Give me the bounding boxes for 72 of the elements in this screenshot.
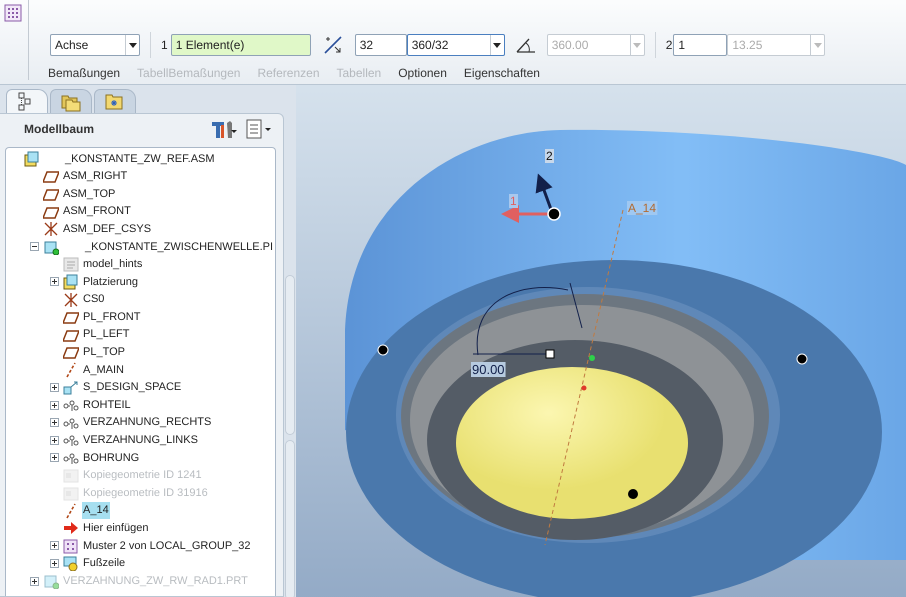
notes-icon	[63, 256, 79, 272]
angle-dimension-arc[interactable]	[472, 282, 582, 356]
increment-dropdown[interactable]: 360/32	[406, 34, 505, 56]
copy-geometry-icon	[63, 485, 79, 502]
arrow-icon	[63, 520, 79, 536]
expand-icon[interactable]	[50, 436, 59, 445]
tree-item[interactable]: ASM_DEF_CSYS	[62, 220, 152, 238]
expand-icon[interactable]	[50, 277, 59, 286]
tree-item[interactable]: VERZAHNUNG_RECHTS	[82, 414, 212, 431]
tree-item[interactable]: ASM_RIGHT	[62, 168, 128, 185]
tree-item[interactable]: ASM_TOP	[62, 186, 116, 202]
expand-icon[interactable]	[50, 558, 59, 568]
tree-item[interactable]: CS0	[82, 291, 106, 308]
reference-field[interactable]: 1 Element(e)	[170, 34, 311, 56]
expand-icon[interactable]	[50, 383, 59, 392]
splitter-handle[interactable]	[285, 275, 295, 435]
splitter-handle[interactable]	[285, 440, 295, 597]
axis-label: 1	[510, 194, 517, 208]
tree-item[interactable]: BOHRUNG	[82, 450, 140, 466]
copy-geometry-icon	[63, 467, 79, 484]
pattern-icon	[63, 538, 79, 554]
part-icon	[43, 238, 59, 255]
part-icon	[43, 573, 59, 590]
tree-item[interactable]: PL_TOP	[82, 344, 126, 361]
component-icon	[63, 380, 79, 396]
second-direction-label: 2	[666, 37, 672, 54]
caret-icon[interactable]	[128, 42, 136, 48]
tree-item[interactable]: Hier einfügen	[82, 520, 150, 537]
coordinate-system-icon	[63, 292, 79, 308]
type-dropdown[interactable]: Achse	[50, 34, 140, 56]
drag-handle[interactable]	[546, 350, 554, 358]
expand-icon[interactable]	[50, 541, 59, 550]
count-field[interactable]: 32	[354, 34, 407, 56]
tree-item[interactable]: A_14	[82, 502, 110, 519]
coordinate-system-icon	[43, 221, 59, 238]
tree-item[interactable]: model_hints	[82, 256, 144, 273]
panel-title: Modellbaum	[24, 121, 94, 138]
assembly-icon	[23, 150, 39, 167]
tree-item[interactable]: ASM_FRONT	[62, 203, 132, 220]
expand-icon[interactable]	[50, 418, 59, 428]
tree-item[interactable]: A_MAIN	[82, 362, 125, 378]
tree-item[interactable]: Muster 2 von LOCAL_GROUP_32	[82, 538, 252, 554]
footer-icon	[63, 555, 79, 572]
dimension-icon[interactable]	[322, 35, 343, 55]
expand-icon[interactable]	[50, 400, 59, 410]
ribbon-tab[interactable]: Optionen	[398, 63, 447, 83]
tree-item[interactable]: S_DESIGN_SPACE	[82, 379, 182, 396]
axis-label: 2	[546, 149, 553, 163]
caret-icon[interactable]	[493, 42, 502, 48]
expand-icon[interactable]	[50, 453, 59, 462]
tree-item[interactable]: ROHTEIL	[82, 396, 132, 414]
tree-item[interactable]: _KONSTANTE_ZW_REF.ASM	[64, 150, 216, 168]
axis-name-label: A_14	[628, 201, 656, 215]
ribbon-tab[interactable]: Bemaßungen	[48, 63, 120, 83]
axis-point	[582, 386, 586, 390]
tree-item[interactable]: Fußzeile	[82, 555, 126, 572]
collapse-icon[interactable]	[30, 242, 39, 252]
ribbon-tab[interactable]: Eigenschaften	[464, 63, 540, 83]
reference-label: 1	[161, 37, 168, 54]
tree-item[interactable]: Platzierung	[82, 274, 140, 290]
folder-star-icon[interactable]	[105, 92, 125, 112]
tree-item[interactable]: PL_LEFT	[82, 326, 130, 343]
coordinate-triad-drawing[interactable]	[501, 174, 561, 223]
panel-tab[interactable]	[6, 89, 48, 113]
second-count-field[interactable]: 1	[673, 34, 728, 56]
dimension-value: 90.00	[472, 362, 505, 377]
tree-item[interactable]: PL_FRONT	[82, 308, 142, 326]
tree-item[interactable]: _KONSTANTE_ZWISCHENWELLE.PI	[84, 238, 274, 256]
tree-item[interactable]: VERZAHNUNG_LINKS	[82, 432, 199, 449]
placement-icon	[63, 274, 79, 290]
grid-icon[interactable]	[4, 4, 22, 22]
axis-point	[589, 355, 595, 361]
